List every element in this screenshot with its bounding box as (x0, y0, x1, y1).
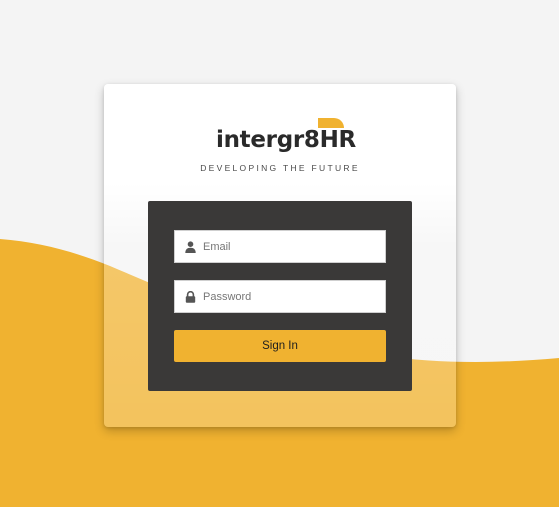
password-input[interactable] (201, 282, 379, 311)
login-page: intergr8HR DEVELOPING THE FUTURE Email S… (0, 0, 559, 507)
brand-name: intergr8HR (216, 127, 356, 153)
brand-tagline: DEVELOPING THE FUTURE (200, 163, 360, 173)
email-input[interactable] (201, 232, 379, 261)
password-field[interactable] (174, 280, 386, 313)
login-card: intergr8HR DEVELOPING THE FUTURE Email S… (104, 84, 456, 427)
login-form: Sign In (148, 201, 412, 391)
lock-icon (179, 290, 201, 303)
user-icon (179, 240, 201, 253)
sign-in-button[interactable]: Sign In (174, 330, 386, 362)
brand-logo: intergr8HR DEVELOPING THE FUTURE (104, 115, 456, 180)
email-field[interactable] (174, 230, 386, 263)
